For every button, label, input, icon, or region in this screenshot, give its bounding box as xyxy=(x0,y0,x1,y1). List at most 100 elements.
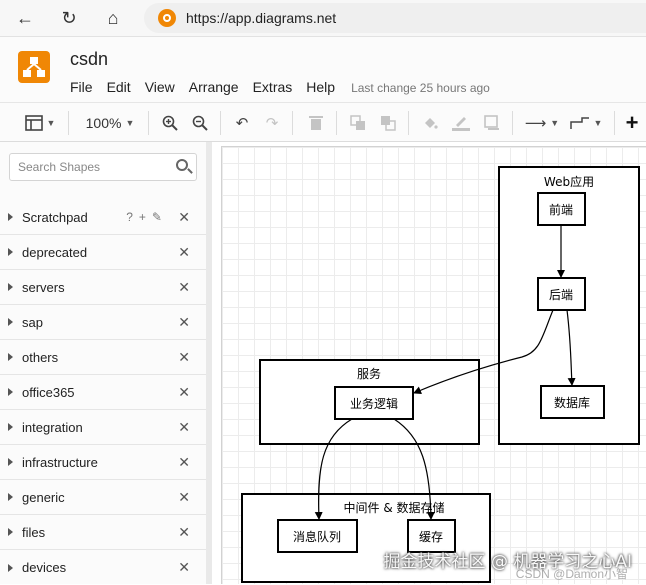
menu-help[interactable]: Help xyxy=(306,79,335,95)
library-integration[interactable]: integration ✕ xyxy=(0,410,206,445)
close-icon[interactable]: ✕ xyxy=(178,384,190,401)
address-bar[interactable]: https://app.diagrams.net xyxy=(144,3,646,33)
watermark-juejin: 掘金技术社区 @ 机器学习之心AI xyxy=(383,552,632,572)
close-icon[interactable]: ✕ xyxy=(178,559,190,576)
shapes-sidebar: Scratchpad ?+✎ ✕ deprecated ✕ servers ✕ … xyxy=(0,142,212,584)
undo-icon[interactable]: ↶ xyxy=(232,111,252,135)
close-icon[interactable]: ✕ xyxy=(178,279,190,296)
library-others[interactable]: others ✕ xyxy=(0,340,206,375)
expand-arrow-icon xyxy=(8,423,13,431)
zoom-in-icon[interactable] xyxy=(160,111,180,135)
menu-arrange[interactable]: Arrange xyxy=(189,79,239,95)
menu-bar: File Edit View Arrange Extras Help Last … xyxy=(70,79,504,95)
zoom-select[interactable]: 100% ▼ xyxy=(82,111,138,135)
library-label: infrastructure xyxy=(22,454,98,470)
last-change-text[interactable]: Last change 25 hours ago xyxy=(351,81,490,95)
home-icon[interactable]: ⌂ xyxy=(100,6,126,30)
library-label: servers xyxy=(22,279,65,295)
url-text: https://app.diagrams.net xyxy=(186,10,337,26)
library-label: deprecated xyxy=(22,244,88,260)
library-files[interactable]: files ✕ xyxy=(0,515,206,550)
expand-arrow-icon xyxy=(8,213,13,221)
search-icon[interactable] xyxy=(176,159,188,171)
scratchpad-tools[interactable]: ?+✎ xyxy=(126,210,168,224)
group-middleware-label: 中间件 & 数据存储 xyxy=(344,500,445,515)
toolbar-separator xyxy=(148,111,149,135)
library-label: sap xyxy=(22,314,43,330)
library-sap[interactable]: sap ✕ xyxy=(0,305,206,340)
toolbar-separator xyxy=(336,111,337,135)
line-color-icon[interactable] xyxy=(450,111,472,135)
document-title[interactable]: csdn xyxy=(70,49,108,70)
diagram-canvas[interactable]: Web应用 服务 中间件 & 数据存储 前端 后端 数据库 业务逻辑 消息队列 … xyxy=(221,146,646,584)
insert-plus-icon[interactable]: + xyxy=(622,110,642,135)
delete-icon[interactable] xyxy=(306,111,326,135)
close-icon[interactable]: ✕ xyxy=(178,524,190,541)
close-icon[interactable]: ✕ xyxy=(178,244,190,261)
zoom-value: 100% xyxy=(85,115,122,131)
library-label: generic xyxy=(22,489,65,505)
expand-arrow-icon xyxy=(8,388,13,396)
search-input[interactable] xyxy=(18,154,168,180)
menu-view[interactable]: View xyxy=(145,79,175,95)
toolbar-separator xyxy=(292,111,293,135)
group-web-app-label: Web应用 xyxy=(544,174,594,189)
site-favicon-icon xyxy=(158,9,176,27)
toolbar-separator xyxy=(614,111,615,135)
toolbar-separator xyxy=(220,111,221,135)
expand-arrow-icon xyxy=(8,528,13,536)
sidebar-scrollbar[interactable] xyxy=(206,142,212,584)
expand-arrow-icon xyxy=(8,353,13,361)
library-label: devices xyxy=(22,560,67,575)
menu-edit[interactable]: Edit xyxy=(107,79,131,95)
format-panel-icon[interactable]: ▼ xyxy=(22,111,58,135)
close-icon[interactable]: ✕ xyxy=(178,489,190,506)
redo-icon[interactable]: ↷ xyxy=(262,111,282,135)
close-icon[interactable]: ✕ xyxy=(178,349,190,366)
toolbar-separator xyxy=(512,111,513,135)
node-cache-label: 缓存 xyxy=(419,530,443,544)
group-service-label: 服务 xyxy=(357,366,381,381)
library-label: integration xyxy=(22,419,83,435)
node-message-queue-label: 消息队列 xyxy=(293,529,341,544)
library-scratchpad[interactable]: Scratchpad ?+✎ ✕ xyxy=(0,200,206,235)
fill-color-icon[interactable] xyxy=(420,111,440,135)
library-office365[interactable]: office365 ✕ xyxy=(0,375,206,410)
library-servers[interactable]: servers ✕ xyxy=(0,270,206,305)
expand-arrow-icon xyxy=(8,318,13,326)
library-label: office365 xyxy=(22,384,75,400)
to-front-icon[interactable] xyxy=(348,111,368,135)
library-label: files xyxy=(22,524,46,540)
menu-extras[interactable]: Extras xyxy=(253,79,293,95)
node-backend-label: 后端 xyxy=(549,288,573,302)
connection-arrow-icon[interactable]: ⟶ ▼ xyxy=(524,111,560,135)
close-icon[interactable]: ✕ xyxy=(178,454,190,471)
browser-bar: ← ↻ ⌂ https://app.diagrams.net xyxy=(0,0,646,37)
library-deprecated[interactable]: deprecated ✕ xyxy=(0,235,206,270)
close-icon[interactable]: ✕ xyxy=(178,314,190,331)
library-label: others xyxy=(22,349,59,365)
toolbar: ▼ 100% ▼ ↶ ↷ ⟶ ▼ ▼ + xyxy=(0,102,646,142)
app-header: csdn File Edit View Arrange Extras Help … xyxy=(0,37,646,102)
reload-icon[interactable]: ↻ xyxy=(56,6,82,30)
node-business-logic-label: 业务逻辑 xyxy=(350,396,398,411)
waypoints-icon[interactable]: ▼ xyxy=(568,111,604,135)
library-generic[interactable]: generic ✕ xyxy=(0,480,206,515)
shadow-icon[interactable] xyxy=(482,111,502,135)
library-infrastructure[interactable]: infrastructure ✕ xyxy=(0,445,206,480)
library-devices[interactable]: devices ✕ xyxy=(0,550,206,585)
expand-arrow-icon xyxy=(8,283,13,291)
toolbar-separator xyxy=(408,111,409,135)
expand-arrow-icon xyxy=(8,248,13,256)
diagram-svg: Web应用 服务 中间件 & 数据存储 前端 后端 数据库 业务逻辑 消息队列 … xyxy=(241,166,640,583)
close-icon[interactable]: ✕ xyxy=(178,419,190,436)
close-icon[interactable]: ✕ xyxy=(178,209,190,226)
back-arrow-icon[interactable]: ← xyxy=(12,6,38,30)
library-label: Scratchpad xyxy=(22,209,88,225)
node-frontend-label: 前端 xyxy=(549,202,573,217)
node-database-label: 数据库 xyxy=(554,395,590,410)
search-shapes-box xyxy=(9,153,197,181)
to-back-icon[interactable] xyxy=(378,111,398,135)
zoom-out-icon[interactable] xyxy=(190,111,210,135)
menu-file[interactable]: File xyxy=(70,79,93,95)
